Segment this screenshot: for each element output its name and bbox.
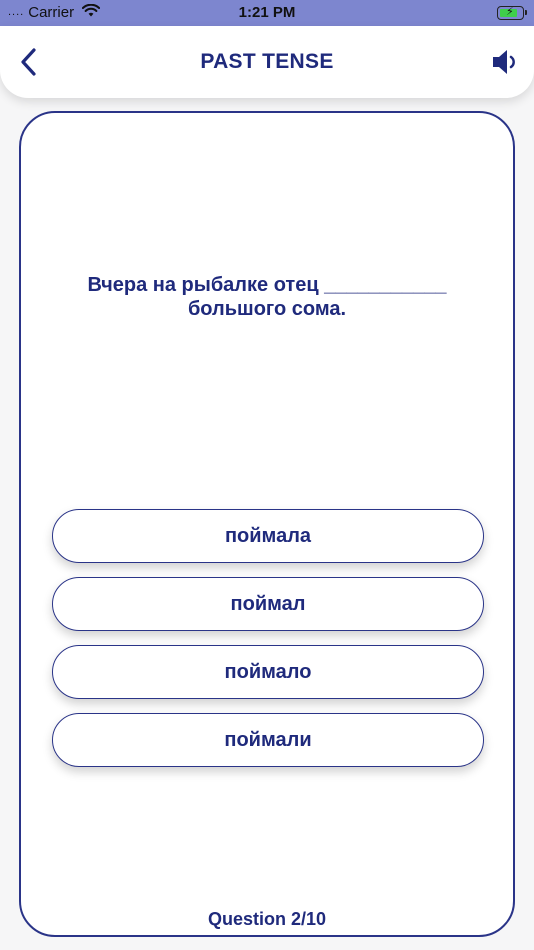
speaker-icon [493, 50, 515, 74]
answer-option-2[interactable]: поймал [52, 577, 484, 631]
status-bar: .... Carrier 1:21 PM ⚡ [0, 0, 534, 26]
answer-option-1[interactable]: поймала [52, 509, 484, 563]
question-progress: Question 2/10 [207, 909, 327, 929]
battery-charging-icon: ⚡ [497, 6, 527, 20]
sound-button[interactable] [490, 46, 520, 78]
status-time: 1:21 PM [238, 4, 296, 21]
page-title: PAST TENSE [200, 50, 334, 73]
battery-nub [525, 10, 527, 15]
header-bar: PAST TENSE [0, 26, 534, 98]
question-card: Вчера на рыбалке отец ___________ большо… [19, 111, 515, 937]
bolt-icon: ⚡ [506, 6, 514, 18]
answer-option-3[interactable]: поймало [52, 645, 484, 699]
answer-list: поймала поймал поймало поймали [52, 509, 484, 781]
answer-option-4[interactable]: поймали [52, 713, 484, 767]
question-text: Вчера на рыбалке отец ___________ большо… [87, 274, 447, 320]
